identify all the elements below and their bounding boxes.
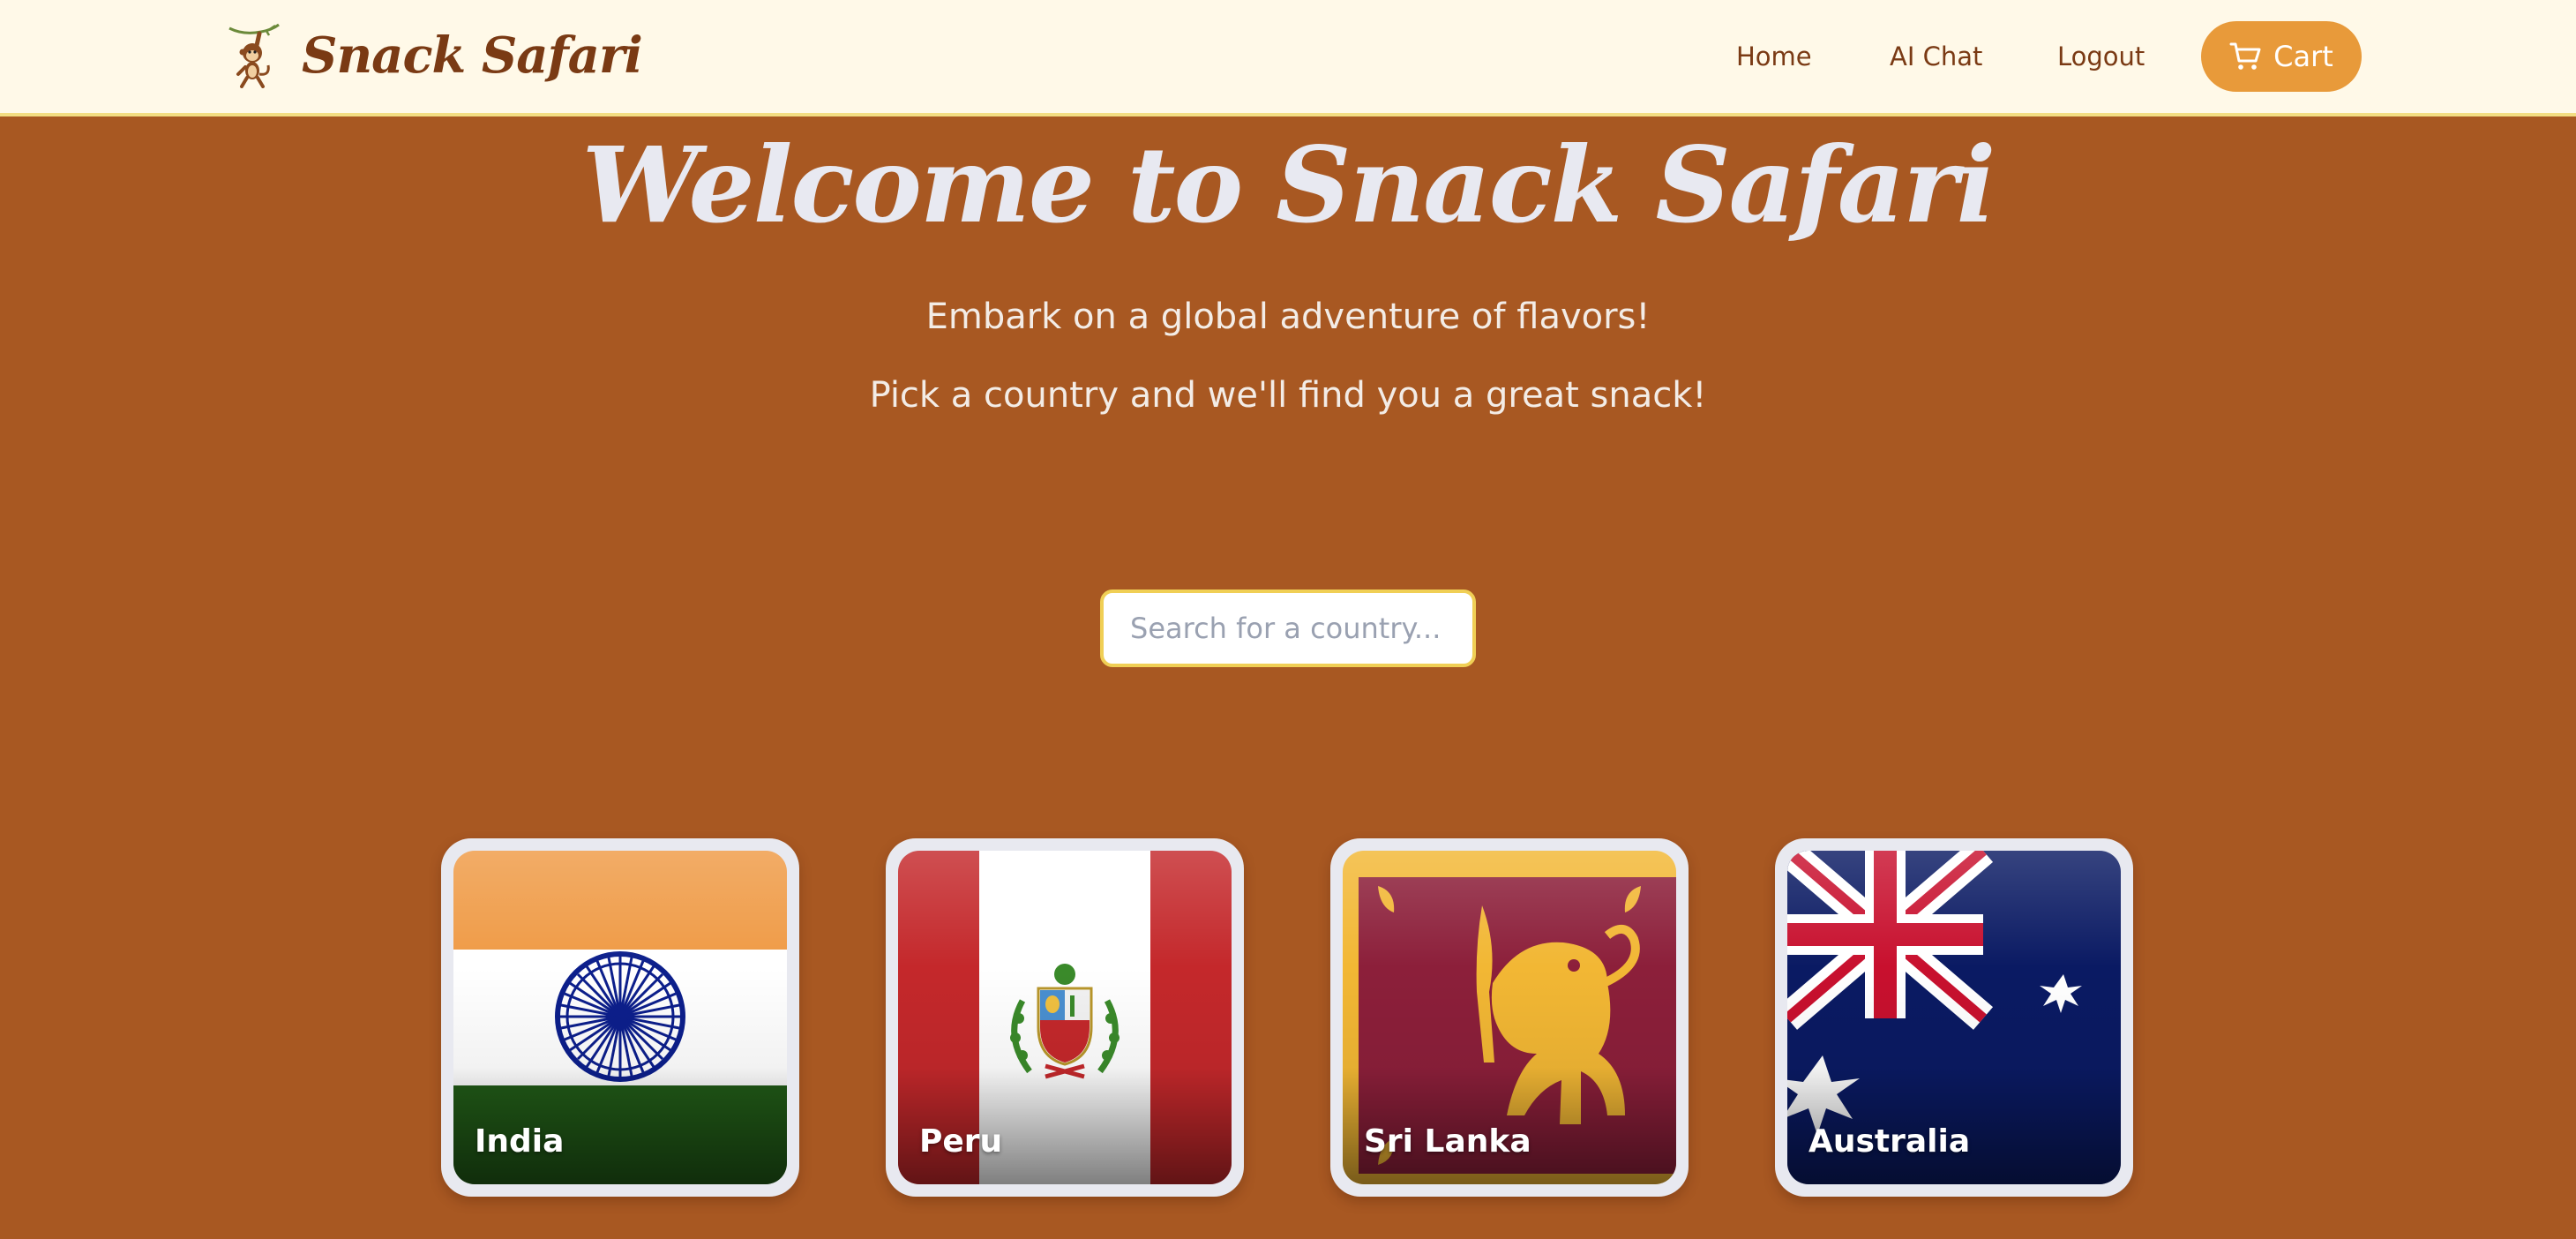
- country-name: Peru: [919, 1123, 1003, 1160]
- country-name: India: [475, 1123, 565, 1160]
- country-card-australia[interactable]: Australia: [1775, 838, 2133, 1197]
- brand[interactable]: Snack Safari: [226, 23, 643, 88]
- nav-home-link[interactable]: Home: [1736, 37, 1812, 76]
- country-card-sri-lanka[interactable]: Sri Lanka: [1330, 838, 1689, 1197]
- country-name: Sri Lanka: [1364, 1123, 1531, 1160]
- country-name: Australia: [1808, 1123, 1971, 1160]
- country-card-india[interactable]: India: [441, 838, 799, 1197]
- country-card-peru[interactable]: Peru: [886, 838, 1244, 1197]
- country-search-input[interactable]: [1100, 589, 1476, 667]
- monkey-logo-icon: [228, 23, 280, 88]
- hero-title: Welcome to Snack Safari: [581, 124, 1996, 246]
- cart-button[interactable]: Cart: [2201, 21, 2362, 92]
- hero-subtitle-1: Embark on a global adventure of flavors!: [925, 297, 1651, 337]
- brand-name: Snack Safari: [302, 26, 643, 85]
- shopping-cart-icon: [2229, 42, 2261, 70]
- hero-subtitle-2: Pick a country and we'll find you a grea…: [869, 375, 1707, 416]
- nav-ai-chat-link[interactable]: AI Chat: [1890, 37, 1982, 76]
- cart-label: Cart: [2273, 40, 2333, 73]
- nav-logout-link[interactable]: Logout: [2057, 37, 2145, 76]
- navbar: Snack Safari Home AI Chat Logout Cart: [0, 0, 2576, 116]
